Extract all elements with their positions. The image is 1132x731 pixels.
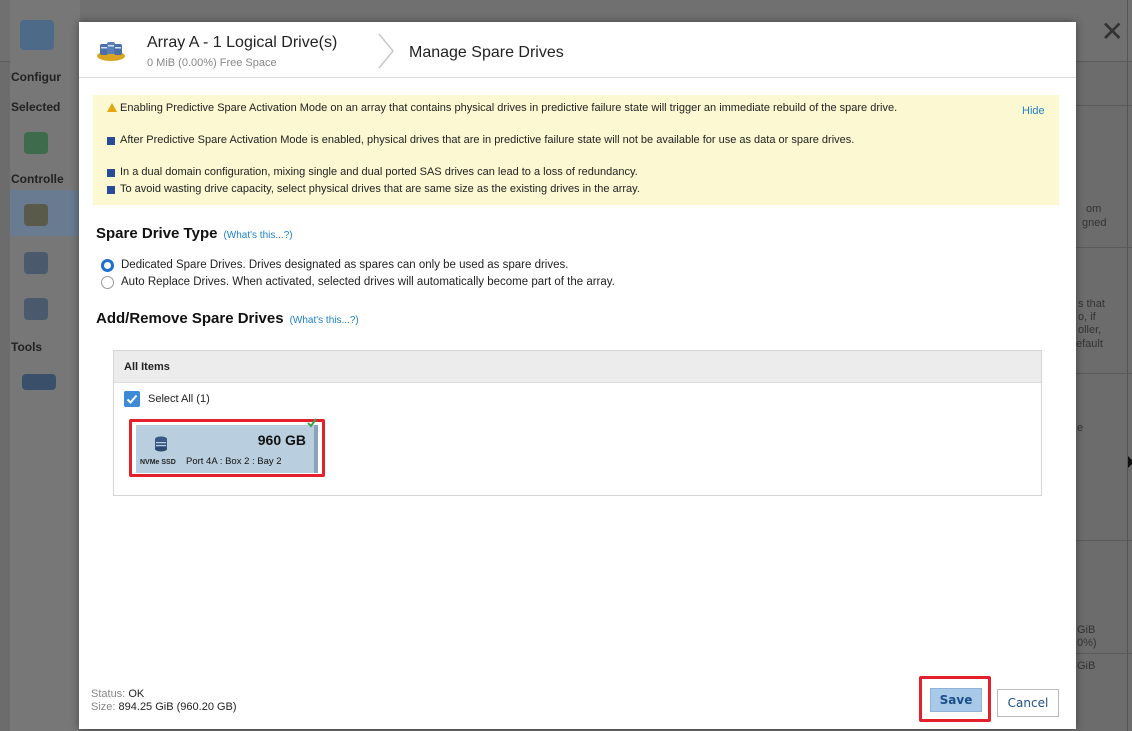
cancel-button[interactable]: Cancel [997, 689, 1059, 717]
select-all-checkbox[interactable]: Select All (1) [124, 391, 210, 407]
radio-auto-replace[interactable]: Auto Replace Drives. When activated, sel… [101, 276, 615, 289]
bg-label-configure: Configur [11, 70, 61, 84]
spare-drive-type-heading: Spare Drive Type (What's this...?) [96, 225, 293, 242]
manage-spare-drives-dialog: Array A - 1 Logical Drive(s) 0 MiB (0.00… [79, 22, 1076, 729]
notice-item: In a dual domain configuration, mixing s… [107, 167, 987, 178]
bg-fragment: om [1086, 203, 1102, 215]
page-title: Manage Spare Drives [409, 44, 564, 61]
checkbox-checked-icon[interactable] [124, 391, 140, 407]
unassigned-drive-icon [24, 298, 48, 320]
status-value: OK [128, 688, 145, 700]
footer-status: Status: OK Size: 894.25 GiB (960.20 GB) [91, 688, 237, 713]
bg-label-tools: Tools [11, 340, 43, 354]
save-button[interactable]: Save [930, 688, 982, 712]
radio-checked-icon[interactable] [101, 259, 114, 272]
array-icon [24, 204, 48, 226]
tools-icon [22, 374, 56, 390]
bg-fragment: e [1077, 422, 1084, 434]
hide-notice-link[interactable]: Hide [1022, 105, 1045, 117]
drive-location: Port 4A : Box 2 : Bay 2 [186, 456, 282, 467]
items-panel-header: All Items [114, 351, 1041, 383]
breadcrumb-chevron-icon [378, 33, 394, 69]
drive-tile[interactable]: 960 GB NVMe SSD Port 4A : Box 2 : Bay 2 [136, 425, 318, 473]
bg-fragment: oller, [1078, 324, 1102, 336]
physical-drive-icon [24, 252, 48, 274]
array-free-space: 0 MiB (0.00%) Free Space [147, 57, 277, 69]
bg-label-selected: Selected [11, 100, 61, 114]
server-icon [20, 20, 54, 50]
notice-item: Enabling Predictive Spare Activation Mod… [107, 103, 987, 114]
warning-notice: Enabling Predictive Spare Activation Mod… [93, 95, 1059, 205]
bg-fragment: o, if [1078, 311, 1096, 323]
spare-type-help-link[interactable]: (What's this...?) [223, 230, 292, 241]
notice-item: After Predictive Spare Activation Mode i… [107, 135, 987, 146]
radio-dedicated-spare[interactable]: Dedicated Spare Drives. Drives designate… [101, 259, 568, 272]
warning-icon [107, 103, 117, 112]
nvme-drive-icon [155, 436, 167, 452]
dialog-header: Array A - 1 Logical Drive(s) 0 MiB (0.00… [79, 22, 1076, 78]
size-value: 894.25 GiB (960.20 GB) [118, 701, 237, 713]
bullet-icon [107, 186, 115, 194]
controller-icon [24, 132, 48, 154]
drive-type: NVMe SSD [140, 459, 176, 466]
array-title: Array A - 1 Logical Drive(s) [147, 34, 338, 51]
notice-item: To avoid wasting drive capacity, select … [107, 184, 987, 195]
add-remove-spare-heading: Add/Remove Spare Drives (What's this...?) [96, 310, 359, 327]
bullet-icon [107, 169, 115, 177]
bg-fragment: gned [1082, 217, 1107, 229]
bg-fragment: GiB [1077, 660, 1096, 672]
close-icon[interactable]: ✕ [1101, 18, 1124, 46]
expand-arrow-icon[interactable] [1128, 456, 1132, 468]
bg-fragment: 0%) [1077, 637, 1097, 649]
array-icon [97, 42, 125, 61]
bullet-icon [107, 137, 115, 145]
radio-unchecked-icon[interactable] [101, 276, 114, 289]
drive-size: 960 GB [257, 432, 306, 448]
add-remove-help-link[interactable]: (What's this...?) [290, 315, 359, 326]
bg-fragment: efault [1076, 338, 1103, 350]
selected-check-icon [307, 418, 317, 428]
save-highlight: Save [919, 676, 991, 722]
physical-drive-card[interactable]: 960 GB NVMe SSD Port 4A : Box 2 : Bay 2 [129, 418, 325, 477]
bg-fragment: s that [1078, 298, 1105, 310]
bg-fragment: GiB [1077, 624, 1096, 636]
bg-label-controllers: Controlle [11, 172, 64, 186]
